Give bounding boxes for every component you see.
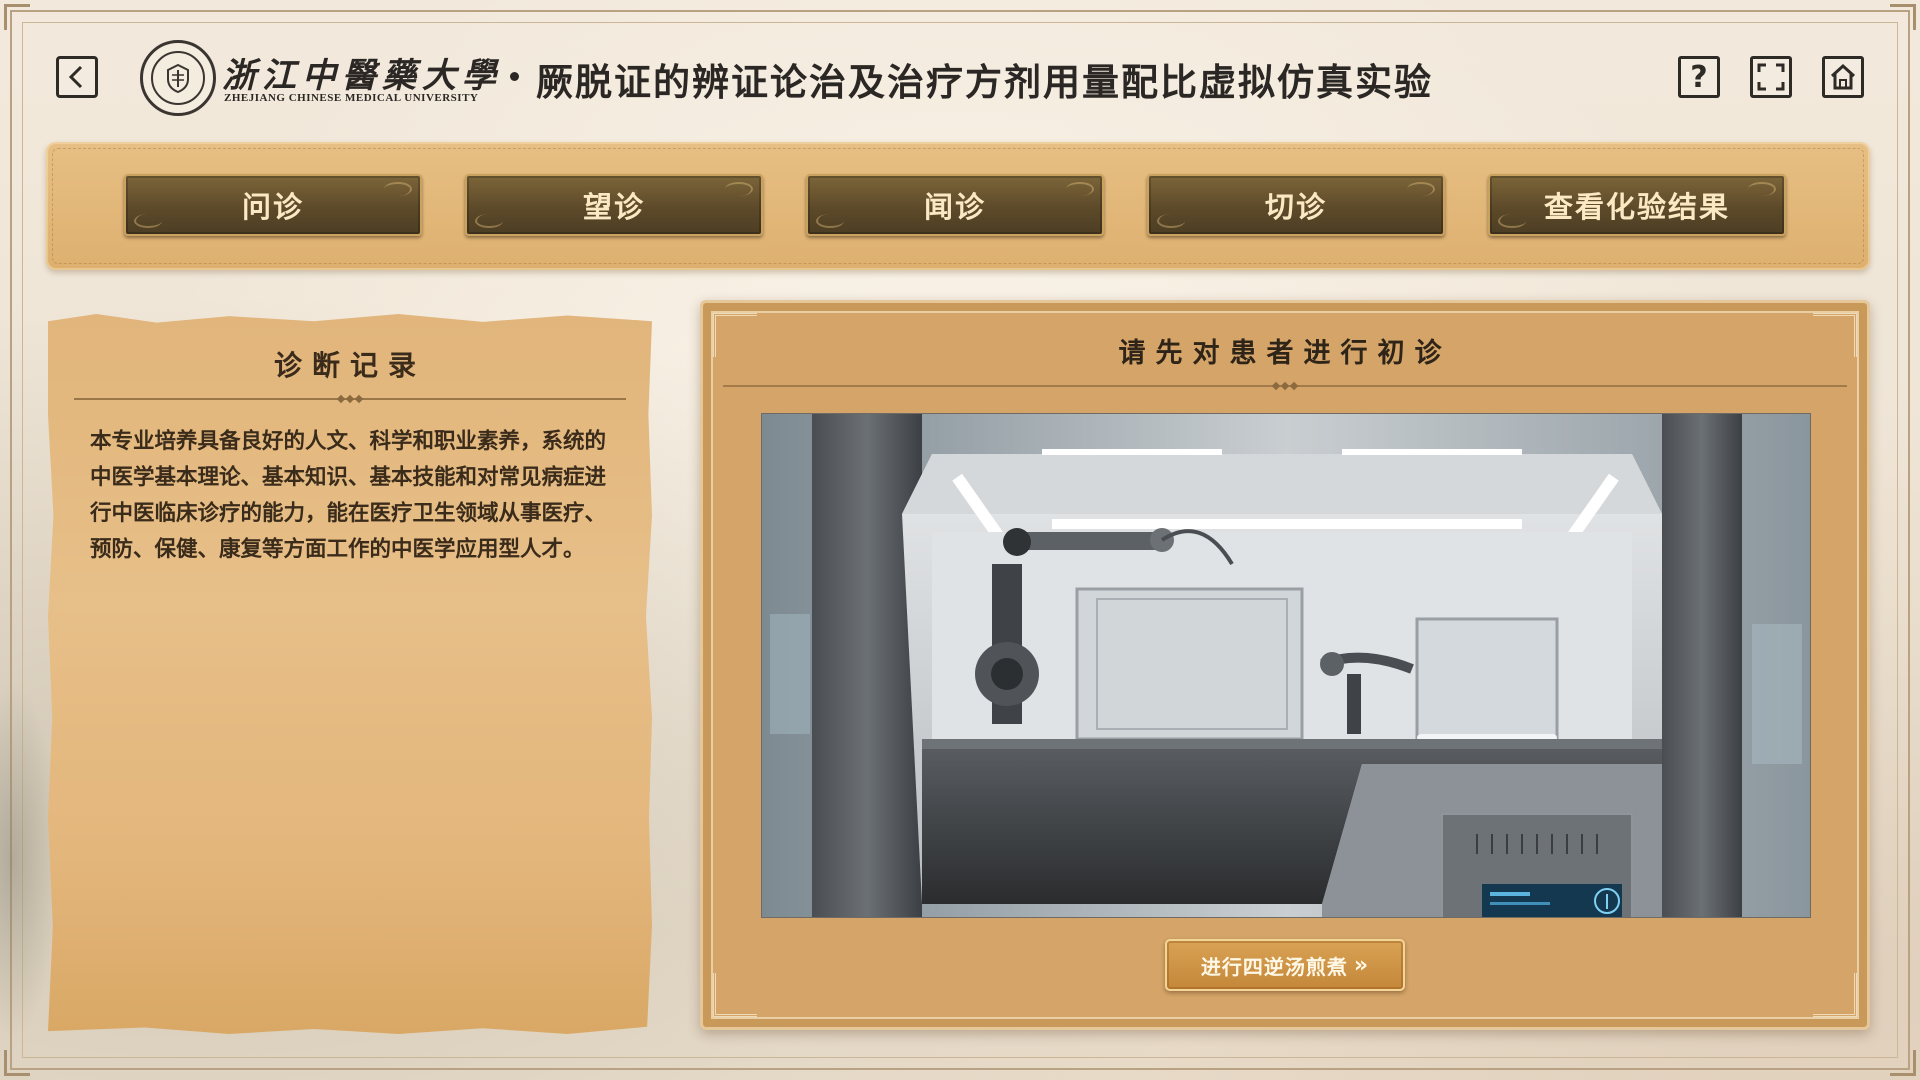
tab-label: 望诊	[582, 190, 645, 224]
frame-corner	[1890, 1050, 1916, 1076]
tab-pulse-palpation[interactable]: 切诊	[1147, 174, 1445, 236]
page-title: 厥脱证的辨证论治及治疗方剂用量配比虚拟仿真实验	[536, 60, 1433, 104]
back-icon	[68, 65, 83, 89]
frame-corner	[4, 1050, 30, 1076]
help-button[interactable]: ?	[1678, 56, 1720, 98]
tab-inspection[interactable]: 望诊	[465, 174, 763, 236]
scene-panel-title: 请先对患者进行初诊	[1118, 338, 1452, 369]
tab-lab-results[interactable]: 查看化验结果	[1488, 174, 1786, 236]
tab-label: 查看化验结果	[1543, 190, 1730, 224]
divider-ornament	[1271, 379, 1299, 393]
diagnosis-nav-bar: 问诊 望诊 闻诊 切诊 查看化验结果	[46, 142, 1870, 270]
diagnosis-record-panel: 诊断记录 本专业培养具备良好的人文、科学和职业素养，系统的中医学基本理论、基本知…	[48, 314, 652, 1034]
action-label: 进行四逆汤煎煮	[1200, 954, 1348, 979]
university-logo	[140, 40, 216, 116]
home-button[interactable]	[1822, 56, 1864, 98]
tab-label: 问诊	[241, 190, 304, 224]
fullscreen-button[interactable]	[1750, 56, 1792, 98]
fullscreen-icon	[1757, 63, 1785, 91]
title-separator-dot	[510, 72, 519, 81]
back-button[interactable]	[56, 56, 98, 98]
home-icon	[1830, 63, 1856, 90]
tab-inquiry[interactable]: 问诊	[124, 174, 422, 236]
help-icon: ?	[1690, 59, 1708, 95]
tab-listening-smelling[interactable]: 闻诊	[806, 174, 1104, 236]
university-english-name: ZHEJIANG CHINESE MEDICAL UNIVERSITY	[224, 92, 479, 104]
record-text: 本专业培养具备良好的人文、科学和职业素养，系统的中医学基本理论、基本知识、基本技…	[90, 429, 607, 562]
tab-label: 闻诊	[923, 190, 986, 224]
double-chevron-right-icon: »	[1353, 952, 1370, 978]
lab-scene-image	[761, 413, 1811, 918]
header-bar: 浙江中醫藥大學 ZHEJIANG CHINESE MEDICAL UNIVERS…	[0, 0, 1920, 140]
university-name: 浙江中醫藥大學	[222, 56, 502, 96]
record-panel-title: 诊断记录	[273, 349, 426, 382]
main-scene-panel: 请先对患者进行初诊 进行四逆汤煎煮 »	[700, 300, 1870, 1030]
tab-label: 切诊	[1264, 190, 1327, 224]
decoct-sini-tang-button[interactable]: 进行四逆汤煎煮 »	[1165, 939, 1405, 991]
divider-ornament	[336, 392, 364, 406]
